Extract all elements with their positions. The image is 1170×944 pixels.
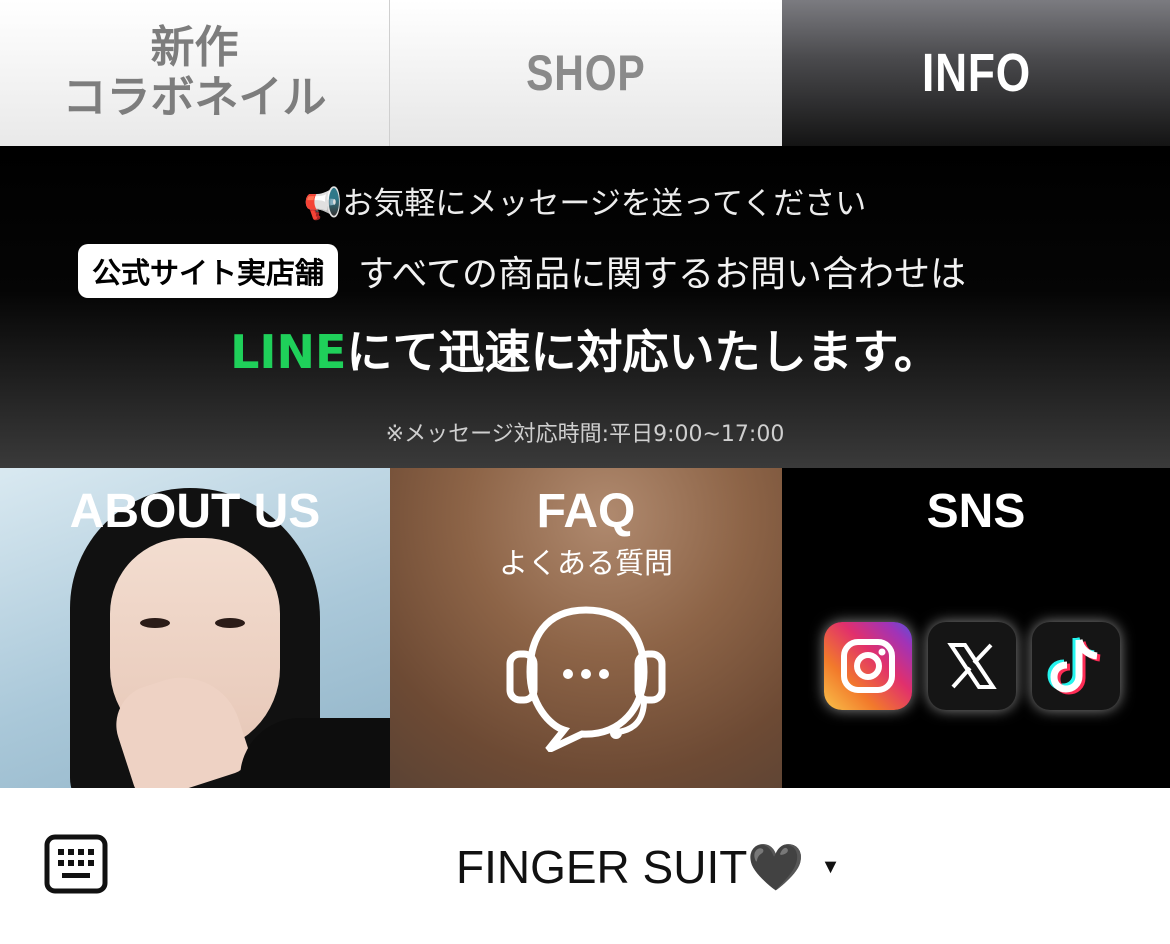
banner-inquiry-row: 公式サイト実店舗 すべての商品に関するお問い合わせは xyxy=(78,244,966,298)
banner-response-text: にて迅速に対応いたします。 xyxy=(346,325,940,379)
tab-new-collab-line2: コラボネイル xyxy=(62,72,327,123)
dropdown-arrow-icon: ▼ xyxy=(820,856,841,878)
sns-title: SNS xyxy=(926,485,1026,538)
tab-shop[interactable]: SHOP xyxy=(390,0,782,146)
x-icon[interactable] xyxy=(928,622,1016,710)
official-store-badge: 公式サイト実店舗 xyxy=(78,244,339,298)
tab-new-collab-nail[interactable]: 新作 コラボネイル xyxy=(0,0,390,146)
instagram-icon[interactable] xyxy=(824,622,912,710)
line-brand-text: LINE xyxy=(230,325,347,379)
support-chat-icon xyxy=(506,606,666,752)
banner-message-prompt: 📢お気軽にメッセージを送ってください xyxy=(303,186,867,222)
faq-card[interactable]: FAQ よくある質問 xyxy=(390,468,782,788)
about-us-card[interactable]: ABOUT US xyxy=(0,468,390,788)
sns-icon-row xyxy=(824,622,1120,710)
tab-info[interactable]: INFO xyxy=(782,0,1170,146)
rich-menu-tabs: 新作 コラボネイル SHOP INFO xyxy=(0,0,1170,146)
tiktok-icon[interactable] xyxy=(1032,622,1120,710)
tab-new-collab-line1: 新作 xyxy=(150,22,239,73)
model-eye-right xyxy=(215,618,245,628)
account-menu-toggle[interactable]: FINGER SUIT🖤 ▼ xyxy=(456,840,840,895)
banner-inquiry-text: すべての商品に関するお問い合わせは xyxy=(358,254,967,295)
faq-subtitle: よくある質問 xyxy=(498,546,673,580)
about-us-title: ABOUT US xyxy=(69,485,321,538)
model-eye-left xyxy=(140,618,170,628)
keyboard-icon[interactable] xyxy=(44,834,108,898)
account-name: FINGER SUIT🖤 xyxy=(456,841,805,893)
tab-info-label: INFO xyxy=(921,43,1031,103)
banner-hours-note: ※メッセージ対応時間:平日9:00~17:00 xyxy=(385,422,785,447)
banner-line-response: LINEにて迅速に対応いたします。 xyxy=(0,316,1170,382)
sns-card[interactable]: SNS xyxy=(782,468,1170,788)
faq-title: FAQ xyxy=(536,485,636,538)
line-contact-banner[interactable]: 📢お気軽にメッセージを送ってください 公式サイト実店舗 すべての商品に関するお問… xyxy=(0,146,1170,468)
rich-menu-cards: ABOUT US FAQ よくある質問 SNS xyxy=(0,468,1170,788)
tab-shop-label: SHOP xyxy=(526,45,646,101)
chat-footer-bar: FINGER SUIT🖤 ▼ xyxy=(0,788,1170,944)
